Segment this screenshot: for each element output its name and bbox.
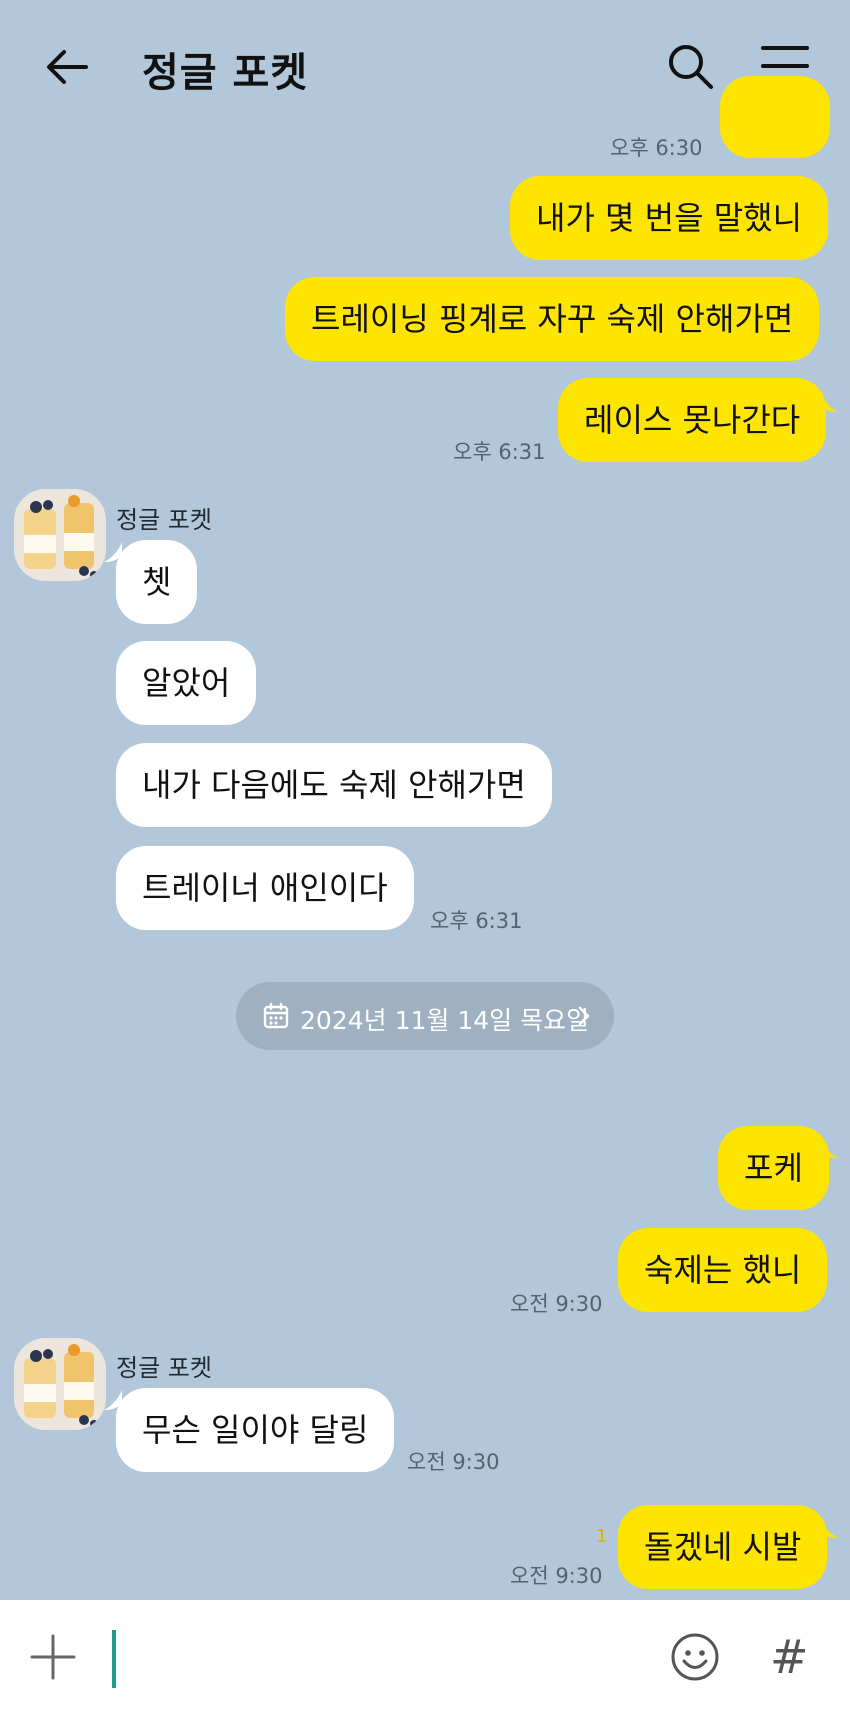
date-label: 2024년 11월 14일 목요일 (300, 1006, 590, 1035)
bubble-tail (820, 1518, 838, 1538)
bubble-tail (820, 1138, 838, 1158)
message-input-bar: # (0, 1600, 850, 1713)
unread-count: 1 (596, 1526, 608, 1547)
avatar[interactable] (14, 489, 106, 581)
back-button[interactable] (42, 42, 92, 92)
attach-button[interactable] (30, 1634, 76, 1680)
message-time: 오후 6:31 (430, 909, 523, 933)
search-icon (669, 45, 713, 89)
sender-name: 정글 포켓 (116, 1354, 212, 1382)
message-time: 오후 6:31 (453, 440, 546, 464)
chevron-right-icon (578, 1006, 590, 1026)
calendar-icon (263, 1002, 289, 1029)
avatar-image (14, 489, 106, 581)
my-message[interactable]: 레이스 못나간다 (558, 378, 827, 462)
message-time: 오후 6:30 (610, 136, 703, 160)
emoji-button[interactable] (670, 1632, 720, 1682)
message-bubble-partial[interactable] (720, 76, 830, 158)
my-message[interactable]: 내가 몇 번을 말했니 (510, 176, 829, 260)
their-message[interactable]: 알았어 (116, 641, 257, 725)
message-time: 오전 9:30 (510, 1564, 603, 1588)
my-message[interactable]: 돌겠네 시발 (618, 1505, 828, 1589)
back-arrow-icon (47, 50, 88, 84)
text-cursor (112, 1630, 116, 1688)
my-message[interactable]: 트레이닝 핑계로 자꾸 숙제 안해가면 (285, 277, 820, 361)
message-input[interactable] (100, 1620, 640, 1696)
sender-name: 정글 포켓 (116, 506, 212, 534)
message-time: 오전 9:30 (407, 1450, 500, 1474)
chat-title: 정글 포켓 (142, 50, 309, 96)
their-message[interactable]: 내가 다음에도 숙제 안해가면 (116, 743, 552, 827)
their-message[interactable]: 트레이너 애인이다 (116, 846, 414, 930)
message-time: 오전 9:30 (510, 1292, 603, 1316)
my-message[interactable]: 숙제는 했니 (618, 1228, 828, 1312)
date-divider[interactable]: 2024년 11월 14일 목요일 (236, 982, 614, 1050)
hash-button[interactable]: # (770, 1630, 809, 1684)
plus-icon (30, 1634, 76, 1680)
their-message[interactable]: 쳇 (116, 540, 198, 624)
avatar[interactable] (14, 1338, 106, 1430)
bubble-tail (820, 392, 838, 412)
search-button[interactable] (666, 42, 716, 92)
avatar-image (14, 1338, 106, 1430)
emoji-icon (671, 1633, 719, 1681)
their-message[interactable]: 무슨 일이야 달링 (116, 1388, 395, 1472)
my-message[interactable]: 포케 (718, 1126, 829, 1210)
